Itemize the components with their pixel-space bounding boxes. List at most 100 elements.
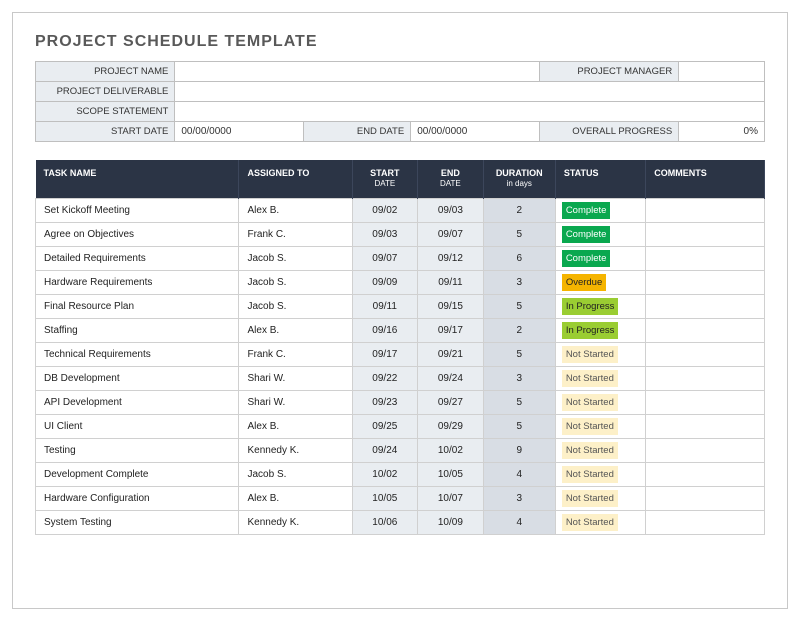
cell-status[interactable]: Not Started [555,367,645,391]
cell-task[interactable]: Development Complete [36,463,239,487]
cell-status[interactable]: Complete [555,223,645,247]
cell-status[interactable]: Not Started [555,463,645,487]
project-deliverable-value[interactable] [175,82,765,102]
cell-assigned[interactable]: Alex B. [239,487,352,511]
cell-duration[interactable]: 5 [483,295,555,319]
cell-comments[interactable] [646,391,765,415]
cell-end[interactable]: 09/15 [418,295,484,319]
cell-start[interactable]: 09/02 [352,199,418,223]
cell-assigned[interactable]: Alex B. [239,415,352,439]
cell-status[interactable]: In Progress [555,319,645,343]
cell-task[interactable]: Hardware Configuration [36,487,239,511]
cell-start[interactable]: 09/03 [352,223,418,247]
cell-start[interactable]: 09/24 [352,439,418,463]
cell-assigned[interactable]: Alex B. [239,319,352,343]
cell-duration[interactable]: 3 [483,367,555,391]
cell-assigned[interactable]: Kennedy K. [239,439,352,463]
cell-start[interactable]: 09/17 [352,343,418,367]
cell-status[interactable]: Not Started [555,415,645,439]
cell-end[interactable]: 09/03 [418,199,484,223]
cell-comments[interactable] [646,319,765,343]
end-date-value[interactable]: 00/00/0000 [411,122,540,142]
cell-task[interactable]: UI Client [36,415,239,439]
project-manager-value[interactable] [679,62,765,82]
cell-task[interactable]: Staffing [36,319,239,343]
project-name-value[interactable] [175,62,539,82]
cell-status[interactable]: Not Started [555,487,645,511]
cell-start[interactable]: 10/05 [352,487,418,511]
cell-start[interactable]: 09/22 [352,367,418,391]
cell-end[interactable]: 09/24 [418,367,484,391]
cell-assigned[interactable]: Kennedy K. [239,511,352,535]
cell-task[interactable]: System Testing [36,511,239,535]
cell-duration[interactable]: 5 [483,343,555,367]
cell-end[interactable]: 10/05 [418,463,484,487]
cell-duration[interactable]: 3 [483,487,555,511]
cell-assigned[interactable]: Jacob S. [239,295,352,319]
cell-duration[interactable]: 6 [483,247,555,271]
cell-duration[interactable]: 2 [483,199,555,223]
cell-task[interactable]: DB Development [36,367,239,391]
cell-start[interactable]: 09/25 [352,415,418,439]
cell-end[interactable]: 10/09 [418,511,484,535]
cell-comments[interactable] [646,343,765,367]
cell-assigned[interactable]: Frank C. [239,223,352,247]
cell-start[interactable]: 10/06 [352,511,418,535]
cell-duration[interactable]: 5 [483,223,555,247]
cell-comments[interactable] [646,247,765,271]
cell-start[interactable]: 09/09 [352,271,418,295]
cell-duration[interactable]: 4 [483,463,555,487]
cell-start[interactable]: 09/23 [352,391,418,415]
cell-duration[interactable]: 2 [483,319,555,343]
start-date-value[interactable]: 00/00/0000 [175,122,304,142]
cell-end[interactable]: 10/07 [418,487,484,511]
cell-comments[interactable] [646,487,765,511]
cell-duration[interactable]: 4 [483,511,555,535]
cell-comments[interactable] [646,271,765,295]
cell-duration[interactable]: 5 [483,391,555,415]
cell-end[interactable]: 09/29 [418,415,484,439]
cell-comments[interactable] [646,367,765,391]
cell-assigned[interactable]: Alex B. [239,199,352,223]
cell-task[interactable]: Set Kickoff Meeting [36,199,239,223]
cell-task[interactable]: Detailed Requirements [36,247,239,271]
cell-task[interactable]: API Development [36,391,239,415]
cell-end[interactable]: 09/11 [418,271,484,295]
cell-end[interactable]: 09/12 [418,247,484,271]
cell-start[interactable]: 09/11 [352,295,418,319]
scope-statement-value[interactable] [175,102,765,122]
cell-status[interactable]: Not Started [555,511,645,535]
cell-end[interactable]: 09/27 [418,391,484,415]
cell-assigned[interactable]: Jacob S. [239,271,352,295]
cell-assigned[interactable]: Jacob S. [239,247,352,271]
cell-assigned[interactable]: Jacob S. [239,463,352,487]
cell-comments[interactable] [646,223,765,247]
cell-start[interactable]: 10/02 [352,463,418,487]
cell-task[interactable]: Technical Requirements [36,343,239,367]
cell-assigned[interactable]: Shari W. [239,391,352,415]
cell-start[interactable]: 09/16 [352,319,418,343]
cell-comments[interactable] [646,295,765,319]
cell-end[interactable]: 09/17 [418,319,484,343]
cell-status[interactable]: Complete [555,199,645,223]
cell-end[interactable]: 10/02 [418,439,484,463]
cell-status[interactable]: Not Started [555,391,645,415]
cell-comments[interactable] [646,439,765,463]
cell-end[interactable]: 09/07 [418,223,484,247]
cell-comments[interactable] [646,463,765,487]
cell-task[interactable]: Agree on Objectives [36,223,239,247]
cell-comments[interactable] [646,199,765,223]
cell-assigned[interactable]: Frank C. [239,343,352,367]
cell-start[interactable]: 09/07 [352,247,418,271]
cell-task[interactable]: Final Resource Plan [36,295,239,319]
cell-status[interactable]: In Progress [555,295,645,319]
cell-duration[interactable]: 9 [483,439,555,463]
cell-duration[interactable]: 3 [483,271,555,295]
cell-end[interactable]: 09/21 [418,343,484,367]
cell-status[interactable]: Overdue [555,271,645,295]
cell-duration[interactable]: 5 [483,415,555,439]
cell-status[interactable]: Complete [555,247,645,271]
cell-comments[interactable] [646,511,765,535]
cell-status[interactable]: Not Started [555,343,645,367]
cell-comments[interactable] [646,415,765,439]
